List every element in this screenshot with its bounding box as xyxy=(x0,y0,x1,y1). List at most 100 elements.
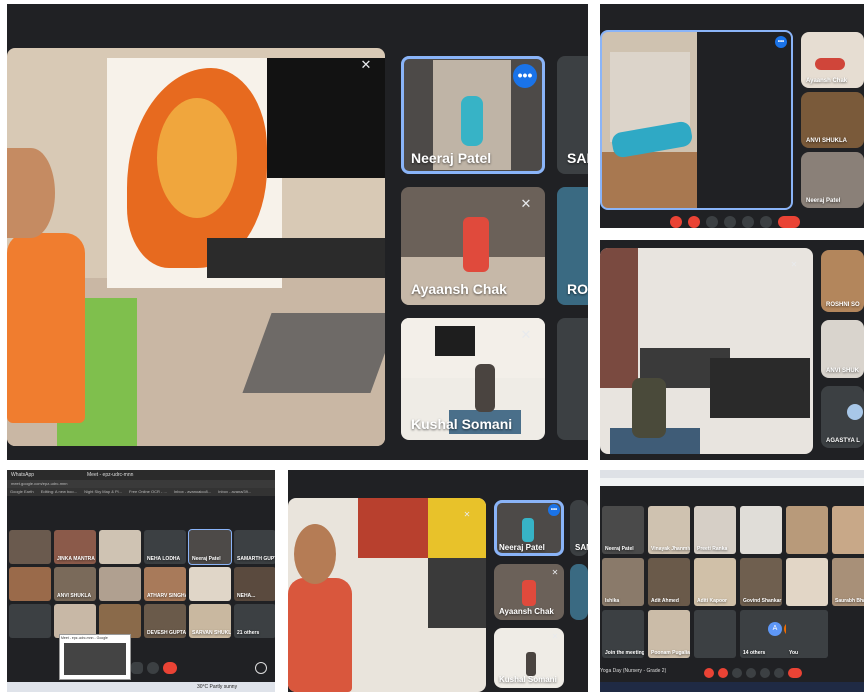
participant-tile[interactable]: NEHA LODHA xyxy=(144,530,186,564)
participant-tile-ro[interactable]: RO xyxy=(557,187,588,305)
avatar xyxy=(847,404,863,420)
leave-call-button[interactable] xyxy=(788,668,802,678)
weather-widget[interactable]: 30°C Partly sunny xyxy=(197,684,237,690)
participant-tile[interactable] xyxy=(54,604,96,638)
more-button[interactable] xyxy=(760,216,772,228)
mic-off-icon: ✕ xyxy=(463,510,471,519)
present-button[interactable] xyxy=(760,668,770,678)
more-button[interactable] xyxy=(147,662,159,674)
bookmark-item[interactable]: Night Sky Map & Pl... xyxy=(84,489,122,494)
participant-tile[interactable]: JINKA MANTRA xyxy=(54,530,96,564)
participant-tile[interactable]: Govind Shankar xyxy=(740,558,782,606)
participant-tile[interactable] xyxy=(832,506,864,554)
participant-tile[interactable] xyxy=(99,567,141,601)
participant-tile[interactable]: 21 others xyxy=(234,604,275,638)
participant-tile[interactable] xyxy=(189,567,231,601)
participant-tile[interactable]: ANVI SHUKLA xyxy=(54,567,96,601)
participant-tile[interactable]: ATHARV SINGHAL xyxy=(144,567,186,601)
captions-button[interactable] xyxy=(706,216,718,228)
raise-hand-button[interactable] xyxy=(746,668,756,678)
address-bar[interactable] xyxy=(600,478,864,486)
bookmark-item[interactable]: Free Online OCR - ... xyxy=(129,489,167,494)
camera-toggle-button[interactable] xyxy=(688,216,700,228)
participant-tile-anvi[interactable]: ANVI SHUKLA xyxy=(801,92,864,148)
participant-tile[interactable]: Neeraj Patel xyxy=(188,529,232,565)
participant-tile[interactable] xyxy=(786,506,828,554)
windows-taskbar: 30°C Partly sunny xyxy=(7,682,275,692)
present-button[interactable] xyxy=(131,662,143,674)
participant-tile[interactable]: SARVAN SHUKL... xyxy=(189,604,231,638)
participant-tile[interactable] xyxy=(740,506,782,554)
main-speaker-tile[interactable]: ✕ xyxy=(600,248,813,454)
participant-tile-sai[interactable]: SAI xyxy=(557,56,588,174)
mic-toggle-button[interactable] xyxy=(670,216,682,228)
pip-title: Meet - epz-udrc-mnn - Google xyxy=(61,636,108,640)
participant-tile[interactable] xyxy=(786,558,828,606)
bookmarks-bar: Google Earth Editing: A new boo... Night… xyxy=(7,488,275,496)
participant-tile-blank[interactable] xyxy=(557,318,588,440)
leave-call-button[interactable] xyxy=(163,662,177,674)
main-speaker-tile[interactable]: ✕ xyxy=(7,48,385,446)
participant-name: Adit Ahmed xyxy=(651,598,679,604)
participant-tile-neeraj[interactable]: ••• Neeraj Patel xyxy=(401,56,545,174)
child-body xyxy=(7,233,85,423)
participant-tile-neeraj[interactable]: ••• Neeraj Patel xyxy=(494,500,564,556)
address-bar[interactable]: meet.google.com/epz-udrc-mnn xyxy=(7,480,275,488)
participant-tile[interactable]: You xyxy=(786,610,828,658)
present-button[interactable] xyxy=(742,216,754,228)
participant-tile-neeraj[interactable]: Neeraj Patel xyxy=(801,152,864,208)
participant-tile[interactable]: SAMARTH GUPTA xyxy=(234,530,275,564)
mic-toggle-button[interactable] xyxy=(704,668,714,678)
participant-name: RO xyxy=(567,281,588,297)
info-icon[interactable] xyxy=(255,662,267,674)
child-head xyxy=(7,148,55,238)
participant-tile-ayaansh[interactable]: Ayaansh Chak xyxy=(801,32,864,88)
main-speaker-tile[interactable]: ✕ xyxy=(288,498,486,692)
participant-tile[interactable] xyxy=(9,604,51,638)
participant-tile[interactable]: Neeraj Patel xyxy=(602,506,644,554)
participant-tile-ayaansh[interactable]: ✕ Ayaansh Chak xyxy=(401,187,545,305)
participant-tile[interactable]: NEHA... xyxy=(234,567,275,601)
bookmark-item[interactable]: Inbox - avana/39... xyxy=(218,489,251,494)
participant-tile[interactable]: Join the meeting xyxy=(602,610,644,658)
participant-tile[interactable] xyxy=(9,530,51,564)
meet-panel-main: ✕ ••• Neeraj Patel SAI ✕ Ayaansh Chak RO… xyxy=(7,4,588,460)
more-options-icon[interactable]: ••• xyxy=(513,64,537,88)
participant-tile[interactable]: Saurabh Bhatia xyxy=(832,558,864,606)
participant-tile-sam[interactable]: SAM xyxy=(570,500,588,556)
participant-tile[interactable]: Adit Ahmed xyxy=(648,558,690,606)
more-button[interactable] xyxy=(774,668,784,678)
meet-panel-middle-right: ✕ ROSHNI SO ANVI SHUK AGASTYA L xyxy=(600,240,864,460)
participant-name: Ayaansh Chak xyxy=(411,281,507,297)
participant-tile[interactable]: Vinayak Jhanmiwal xyxy=(648,506,690,554)
tab-whatsapp[interactable]: WhatsApp xyxy=(11,472,34,478)
raise-hand-button[interactable] xyxy=(724,216,736,228)
leave-call-button[interactable] xyxy=(778,216,800,228)
participant-tile-ayaansh[interactable]: ✕ Ayaansh Chak xyxy=(494,564,564,620)
participant-tile-agastya[interactable]: AGASTYA L xyxy=(821,386,864,448)
participant-tile-kushal[interactable]: ✕ Kushal Somani xyxy=(494,628,564,688)
participant-tile-roshni[interactable]: ROSHNI SO xyxy=(821,250,864,312)
captions-button[interactable] xyxy=(732,668,742,678)
picture-in-picture-window[interactable]: Meet - epz-udrc-mnn - Google xyxy=(59,634,131,680)
participant-tile[interactable] xyxy=(9,567,51,601)
bookmark-item[interactable]: Google Earth xyxy=(10,489,34,494)
participant-tile[interactable]: Ishika xyxy=(602,558,644,606)
camera-toggle-button[interactable] xyxy=(718,668,728,678)
bookmark-item[interactable]: Inbox - avanoaico8... xyxy=(174,489,211,494)
bookmark-item[interactable]: Editing: A new boo... xyxy=(41,489,77,494)
participant-tile-kushal[interactable]: ✕ Kushal Somani xyxy=(401,318,545,440)
tab-meet[interactable]: Meet - epz-udrc-mnn xyxy=(87,472,133,478)
main-speaker-tile[interactable]: ••• xyxy=(600,30,793,210)
more-options-icon[interactable]: ••• xyxy=(548,504,560,516)
participant-tile[interactable]: DEVESH GUPTA xyxy=(144,604,186,638)
participant-tile[interactable] xyxy=(694,610,736,658)
more-options-icon[interactable]: ••• xyxy=(775,36,787,48)
participant-tile[interactable]: Aditi Kapoor xyxy=(694,558,736,606)
participant-tile[interactable]: Poonam Pugalia xyxy=(648,610,690,658)
participant-tile[interactable] xyxy=(99,530,141,564)
participant-tile-anvi[interactable]: ANVI SHUK xyxy=(821,320,864,378)
participant-tile[interactable] xyxy=(99,604,141,638)
participant-tile-blank[interactable] xyxy=(570,564,588,620)
participant-tile[interactable]: Preeti Ranka xyxy=(694,506,736,554)
